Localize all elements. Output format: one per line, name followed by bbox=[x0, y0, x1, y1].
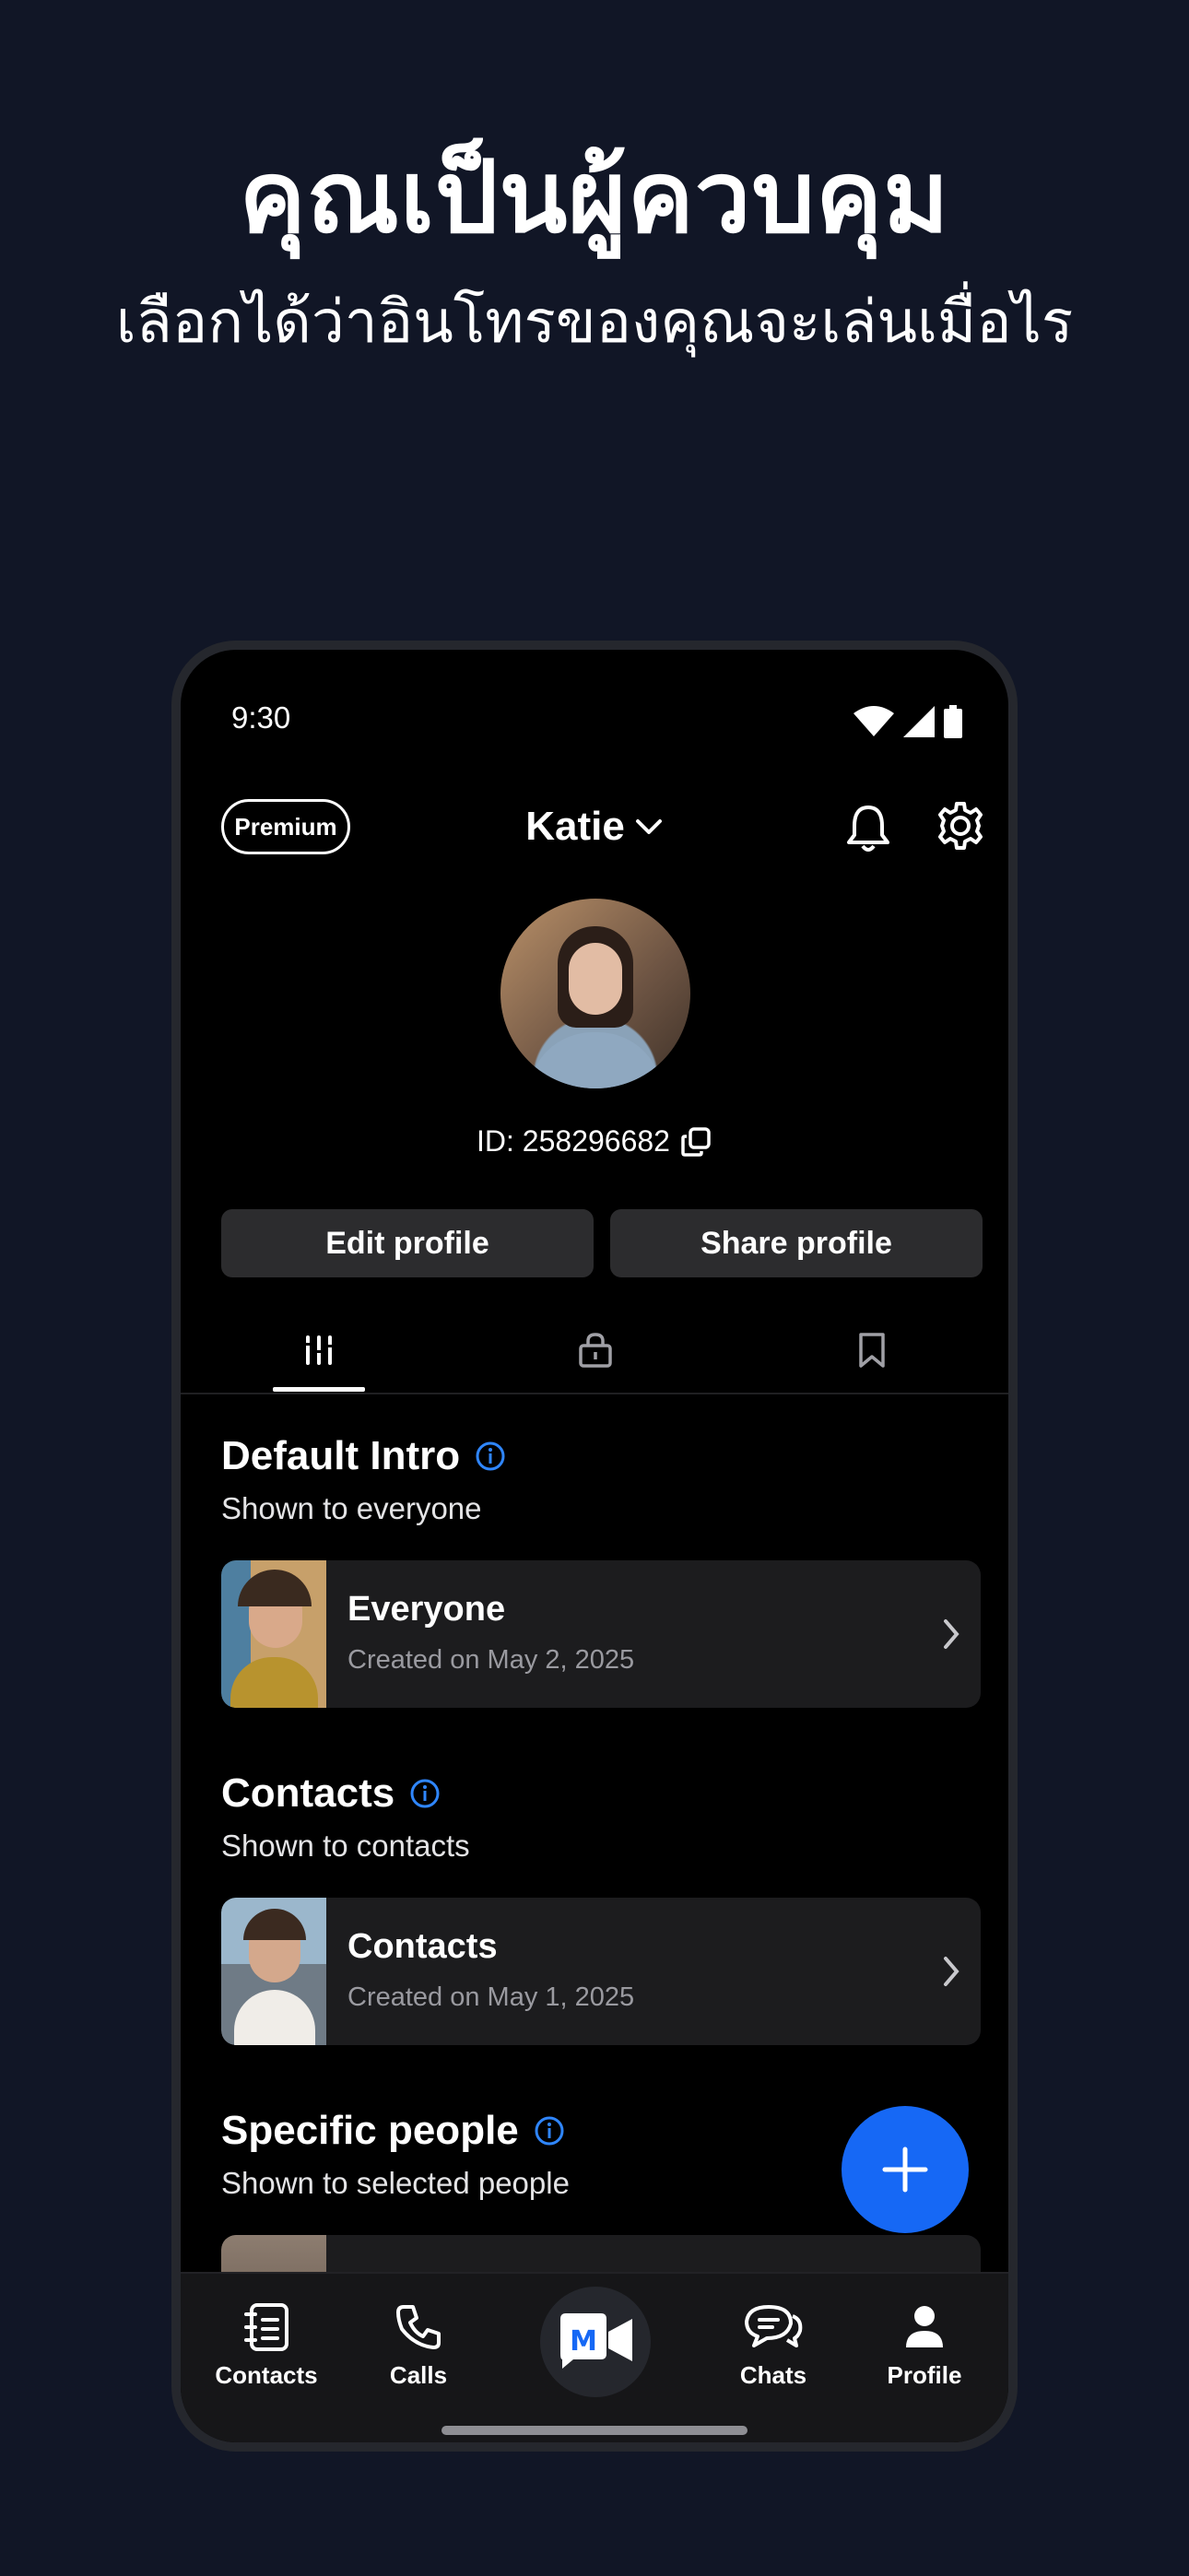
nav-label: Profile bbox=[887, 2361, 962, 2389]
info-icon[interactable] bbox=[475, 1441, 506, 1472]
nav-label: Chats bbox=[739, 2361, 807, 2389]
intro-thumbnail bbox=[221, 1560, 326, 1708]
phone-frame: 9:30 Premium Katie ID: 258296682 Edit pr… bbox=[171, 641, 1018, 2452]
section-subtitle-default: Shown to everyone bbox=[221, 1491, 482, 1525]
section-title-default: Default Intro bbox=[221, 1433, 506, 1479]
user-id-row: ID: 258296682 bbox=[181, 1124, 1008, 1159]
nav-camera[interactable]: M bbox=[540, 2287, 651, 2397]
chevron-down-icon bbox=[635, 819, 662, 834]
add-intro-button[interactable] bbox=[842, 2106, 969, 2233]
status-time: 9:30 bbox=[231, 700, 291, 735]
intro-card-contacts[interactable]: Contacts Created on May 1, 2025 bbox=[221, 1898, 981, 2045]
battery-icon bbox=[944, 705, 962, 738]
tab-private[interactable] bbox=[549, 1323, 642, 1378]
home-indicator[interactable] bbox=[441, 2426, 748, 2435]
nav-contacts[interactable]: Contacts bbox=[197, 2301, 336, 2390]
section-title-text: Default Intro bbox=[221, 1433, 461, 1478]
chevron-right-icon bbox=[944, 1619, 959, 1649]
nav-label: Calls bbox=[389, 2361, 448, 2389]
phone-icon bbox=[396, 2305, 441, 2349]
username-label: Katie bbox=[525, 804, 625, 849]
share-profile-button[interactable]: Share profile bbox=[610, 1209, 983, 1277]
intros-icon bbox=[305, 1335, 333, 1365]
lock-icon bbox=[579, 1333, 612, 1368]
info-icon[interactable] bbox=[534, 2115, 565, 2147]
bookmark-icon bbox=[859, 1333, 885, 1368]
section-title-text: Specific people bbox=[221, 2108, 519, 2153]
bell-icon[interactable] bbox=[844, 802, 892, 853]
intro-card-everyone[interactable]: Everyone Created on May 2, 2025 bbox=[221, 1560, 981, 1708]
signal-icon bbox=[903, 706, 935, 737]
gear-icon[interactable] bbox=[935, 800, 986, 852]
profile-avatar[interactable] bbox=[500, 899, 690, 1088]
bottom-nav: Contacts Calls M Chats Profile bbox=[181, 2272, 1008, 2442]
section-title-specific: Specific people bbox=[221, 2108, 565, 2154]
section-title-text: Contacts bbox=[221, 1770, 395, 1816]
section-subtitle-specific: Shown to selected people bbox=[221, 2166, 570, 2200]
nav-label: Contacts bbox=[215, 2361, 318, 2389]
marketing-headline: คุณเป็นผู้ควบคุม bbox=[239, 140, 950, 255]
info-icon[interactable] bbox=[409, 1778, 441, 1809]
chat-icon bbox=[745, 2305, 803, 2347]
copy-icon[interactable] bbox=[679, 1125, 712, 1159]
edit-profile-button[interactable]: Edit profile bbox=[221, 1209, 594, 1277]
intro-card-date: Created on May 2, 2025 bbox=[347, 1645, 635, 1675]
svg-text:M: M bbox=[570, 2325, 597, 2358]
chevron-right-icon bbox=[944, 1957, 959, 1986]
user-id-text: ID: 258296682 bbox=[477, 1124, 670, 1158]
nav-calls[interactable]: Calls bbox=[349, 2301, 488, 2390]
wifi-icon bbox=[853, 706, 894, 736]
intro-card-title: Contacts bbox=[347, 1927, 498, 1966]
tab-saved[interactable] bbox=[826, 1323, 918, 1378]
section-subtitle-contacts: Shown to contacts bbox=[221, 1829, 470, 1863]
intro-card-title: Everyone bbox=[347, 1590, 506, 1629]
video-logo-icon: M bbox=[560, 2313, 632, 2369]
section-title-contacts: Contacts bbox=[221, 1770, 441, 1817]
profile-icon bbox=[906, 2306, 943, 2347]
status-icons bbox=[853, 705, 962, 738]
marketing-subheadline: เลือกได้ว่าอินโทรของคุณจะเล่นเมื่อไร bbox=[115, 288, 1074, 357]
tab-intros[interactable] bbox=[273, 1323, 365, 1378]
intro-thumbnail bbox=[221, 1898, 326, 2045]
intro-card-date: Created on May 1, 2025 bbox=[347, 1982, 635, 2012]
profile-tabs bbox=[181, 1313, 1008, 1394]
nav-profile[interactable]: Profile bbox=[855, 2301, 994, 2390]
tab-underline bbox=[273, 1387, 365, 1392]
nav-chats[interactable]: Chats bbox=[704, 2301, 842, 2390]
contacts-icon bbox=[244, 2303, 288, 2351]
plus-icon bbox=[882, 2147, 928, 2193]
